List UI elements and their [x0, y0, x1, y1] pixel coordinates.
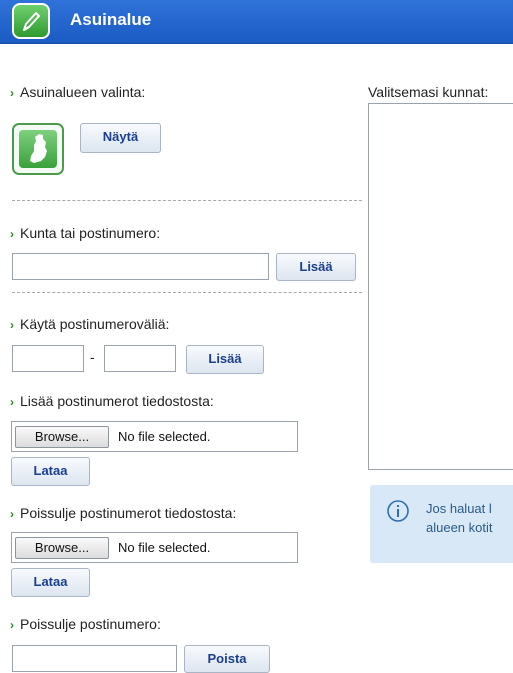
page-title: Asuinalue: [70, 10, 152, 29]
chevron-right-icon: ›: [10, 395, 14, 409]
selected-municipalities-label: Valitsemasi kunnat:: [368, 84, 489, 100]
finland-map-button[interactable]: [12, 123, 64, 175]
postal-range-separator: -: [90, 349, 95, 365]
header-bar: Asuinalue: [0, 0, 513, 44]
exclude-from-file-label: › Poissulje postinumerot tiedostosta:: [10, 505, 236, 521]
info-message: Jos haluat l alueen kotit: [370, 485, 513, 563]
remove-postal-button[interactable]: Poista: [184, 645, 270, 673]
pencil-icon: [12, 3, 50, 39]
show-button[interactable]: Näytä: [80, 123, 161, 153]
selected-municipalities-list[interactable]: [368, 103, 513, 470]
chevron-right-icon: ›: [10, 227, 14, 241]
upload-add-file-button[interactable]: Lataa: [11, 457, 90, 486]
area-selection-label: › Asuinalueen valinta:: [10, 84, 145, 100]
info-line-2: alueen kotit: [426, 520, 493, 535]
file-status: No file selected.: [118, 540, 211, 555]
upload-exclude-file-button[interactable]: Lataa: [11, 568, 90, 597]
exclude-postal-input[interactable]: [12, 645, 177, 672]
add-file-input[interactable]: Browse... No file selected.: [11, 421, 298, 452]
browse-button[interactable]: Browse...: [15, 426, 109, 448]
add-postal-range-button[interactable]: Lisää: [186, 345, 264, 374]
chevron-right-icon: ›: [10, 86, 14, 100]
exclude-from-file-label-text: Poissulje postinumerot tiedostosta:: [20, 505, 237, 521]
browse-button[interactable]: Browse...: [15, 537, 109, 559]
info-icon: [386, 499, 410, 526]
postal-range-label: › Käytä postinumeroväliä:: [10, 316, 169, 332]
municipality-input[interactable]: [12, 253, 269, 280]
divider: [12, 292, 362, 293]
exclude-postal-label: › Poissulje postinumero:: [10, 616, 161, 632]
municipality-label-text: Kunta tai postinumero:: [20, 225, 161, 241]
add-from-file-label: › Lisää postinumerot tiedostosta:: [10, 393, 214, 409]
chevron-right-icon: ›: [10, 618, 14, 632]
file-status: No file selected.: [118, 429, 211, 444]
info-text: Jos haluat l alueen kotit: [426, 499, 493, 537]
info-line-1: Jos haluat l: [426, 501, 492, 516]
exclude-postal-label-text: Poissulje postinumero:: [20, 616, 161, 632]
divider: [12, 200, 362, 201]
municipality-label: › Kunta tai postinumero:: [10, 225, 160, 241]
postal-range-to-input[interactable]: [104, 345, 176, 372]
area-selection-label-text: Asuinalueen valinta:: [20, 84, 146, 100]
add-municipality-button[interactable]: Lisää: [276, 253, 356, 281]
finland-map-icon: [19, 130, 57, 168]
chevron-right-icon: ›: [10, 318, 14, 332]
postal-range-from-input[interactable]: [12, 345, 84, 372]
add-from-file-label-text: Lisää postinumerot tiedostosta:: [20, 393, 214, 409]
chevron-right-icon: ›: [10, 507, 14, 521]
postal-range-label-text: Käytä postinumeroväliä:: [20, 316, 170, 332]
exclude-file-input[interactable]: Browse... No file selected.: [11, 532, 298, 563]
